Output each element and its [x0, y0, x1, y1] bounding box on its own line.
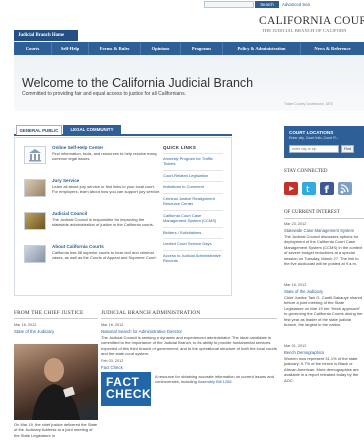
fact-check-body: A resource for obtaining accurate inform… [155, 374, 274, 385]
quick-link-records[interactable]: Access to Judicial Administrative Record… [163, 250, 223, 263]
service-desc-about-courts: California has 58 superior courts to hea… [52, 250, 157, 261]
chief-justice-date: Mar 16, 2012 [14, 323, 37, 327]
nav-item-courts[interactable]: Courts [14, 42, 52, 55]
court-locations-heading: COURT LOCATIONS [289, 130, 334, 135]
divider [14, 318, 98, 319]
interest-title[interactable]: Bench Demographics [284, 350, 324, 355]
interest-body: The Judicial Council discusses options f… [284, 234, 363, 267]
quick-link-ccms[interactable]: California Court Case Management System … [163, 210, 223, 223]
svg-text:f: f [325, 185, 330, 195]
interest-date: Mar 01, 2012 [284, 344, 307, 348]
service-title-judicial-council[interactable]: Judicial Council [52, 211, 87, 216]
administration-heading: JUDICIAL BRANCH ADMINISTRATION [101, 310, 201, 316]
interest-date: Mar 16, 2012 [284, 283, 307, 287]
divider [101, 318, 277, 319]
interest-title[interactable]: Statewide Case Management System [284, 228, 354, 233]
service-desc-judicial-council: The Judicial Council is responsible for … [52, 217, 154, 228]
nav-item-self-help[interactable]: Self-Help [52, 42, 89, 55]
quick-link-realignment[interactable]: Criminal Justice Realignment Resource Ce… [163, 193, 223, 206]
site-subtitle: THE JUDICIAL BRANCH OF CALIFORN [262, 28, 347, 33]
interest-body: Chief Justice Tani G. Cantil-Sakauye sha… [284, 295, 363, 328]
search-button[interactable]: Search [255, 1, 279, 8]
nav-item-programs[interactable]: Programs [181, 42, 223, 55]
jury-icon [24, 179, 46, 197]
interest-date: Mar 23, 2012 [284, 222, 307, 226]
divider [284, 218, 364, 219]
self-help-icon [24, 146, 46, 164]
chief-justice-heading: FROM THE CHIEF JUSTICE [14, 310, 84, 316]
search-input[interactable] [204, 1, 254, 8]
judicial-council-icon [24, 212, 46, 230]
admin-date: Mar 16, 2012 [101, 323, 124, 327]
facebook-icon[interactable]: f [320, 182, 334, 196]
assembly-bill-link[interactable]: Assembly Bill 1208. [198, 379, 233, 384]
tab-general-public[interactable]: GENERAL PUBLIC [16, 125, 62, 135]
interest-body: Women now represent 31.1% of the state j… [284, 356, 359, 383]
admin-title[interactable]: National Search for Administrative Direc… [101, 329, 182, 334]
advanced-search-link[interactable]: Advanced Sea [282, 1, 310, 8]
stay-connected-heading: STAY CONNECTED [284, 169, 328, 174]
fact-check-title[interactable]: Fact Check [101, 365, 123, 370]
court-find-button[interactable]: Find [341, 145, 354, 153]
quick-links-heading: QUICK LINKS [163, 145, 197, 150]
hero-title: Welcome to the California Judicial Branc… [22, 76, 254, 90]
twitter-icon[interactable]: t [302, 182, 316, 195]
quick-link-invitations[interactable]: Invitations to Comment [163, 181, 223, 189]
hero-subtitle: Committed to providing fair and equal ac… [22, 91, 186, 97]
nav-item-news-reference[interactable]: News & Reference [301, 42, 364, 55]
service-desc-self-help: Find information, tools, and resources t… [52, 151, 157, 162]
courthouse-icon [24, 245, 46, 263]
interest-title[interactable]: State of the Judiciary [284, 289, 323, 294]
court-location-input[interactable]: enter city or zip [289, 145, 339, 153]
youtube-icon[interactable] [284, 182, 298, 195]
svg-text:t: t [306, 185, 310, 195]
tab-legal-community[interactable]: LEGAL COMMUNITY [63, 125, 121, 135]
admin-body: The Judicial Council is seeking a dynami… [101, 335, 277, 357]
nav-item-opinions[interactable]: Opinions [141, 42, 181, 55]
quick-link-amnesty[interactable]: Amnesty Program for Traffic Tickets [163, 153, 223, 166]
court-locations-sub: Enter city, Court Info, Court Fi... [289, 136, 340, 140]
chief-justice-body: On Mar 19, the chief justice delivered t… [14, 422, 98, 438]
service-title-about-courts[interactable]: About California Courts [52, 244, 104, 249]
nav-item-forms-rules[interactable]: Forms & Rules [89, 42, 141, 55]
quick-link-legislation[interactable]: Court-Related Legislation [163, 170, 223, 178]
quick-link-service-days[interactable]: Limited Court Service Days [163, 238, 223, 246]
site-name[interactable]: CALIFORNIA COURT [259, 15, 364, 27]
service-title-jury[interactable]: Jury Service [52, 178, 79, 183]
judicial-branch-home-tab[interactable]: Judicial Branch Home [14, 30, 78, 41]
main-nav: Courts Self-Help Forms & Rules Opinions … [14, 42, 364, 55]
chief-justice-title[interactable]: State of the Judiciary [14, 329, 54, 334]
fact-check-date: Feb 03, 2012 [101, 359, 124, 363]
rss-icon[interactable] [338, 182, 352, 195]
service-title-self-help[interactable]: Online Self-Help Center [52, 145, 103, 150]
service-desc-jury: Learn all about jury service or find lin… [52, 184, 161, 195]
current-interest-heading: OF CURRENT INTEREST [284, 210, 340, 215]
hero-caption: Tulare County Courthouse, 1870 [284, 102, 334, 106]
chief-justice-photo [14, 344, 98, 420]
fact-check-logo-text: FACT CHECK [106, 375, 152, 401]
nav-item-policy-administration[interactable]: Policy & Administration [223, 42, 301, 55]
quick-link-bidders[interactable]: Bidders / Solicitations [163, 227, 223, 235]
